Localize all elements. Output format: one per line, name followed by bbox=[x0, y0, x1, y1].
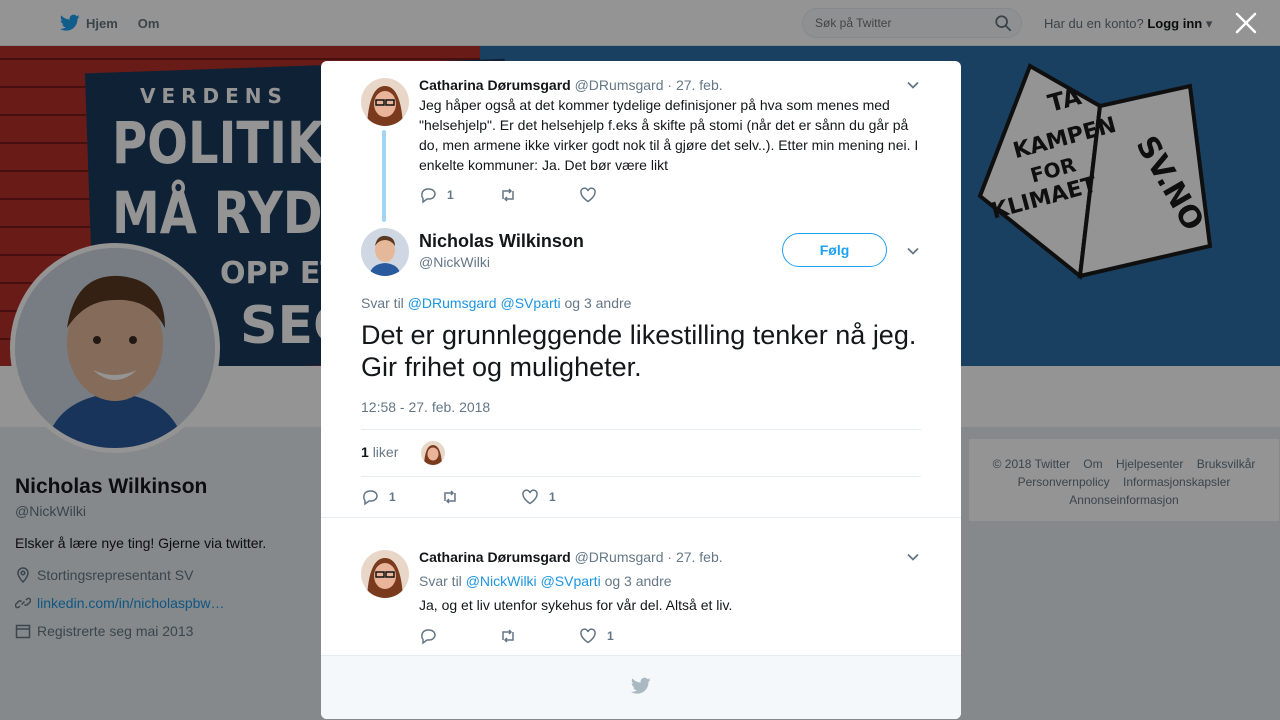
parent-tweet-actions: 1 bbox=[419, 186, 659, 204]
tweet-modal: Catharina Dørumsgard @DRumsgard · 27. fe… bbox=[321, 61, 961, 719]
main-tweet-avatar[interactable] bbox=[361, 228, 409, 276]
twitter-bird-icon bbox=[631, 677, 651, 694]
parent-tweet-text: Jeg håper også at det kommer tydelige de… bbox=[419, 97, 919, 173]
reply-tweet-author-name[interactable]: Catharina Dørumsgard bbox=[419, 549, 571, 565]
liker-avatar[interactable] bbox=[421, 441, 445, 465]
retweet-icon bbox=[444, 490, 456, 504]
like-count: 1 bbox=[607, 629, 614, 643]
reply-button[interactable]: 1 bbox=[419, 186, 499, 204]
follow-button[interactable]: Følg bbox=[782, 233, 887, 267]
parent-tweet-header: Catharina Dørumsgard @DRumsgard · 27. fe… bbox=[419, 77, 723, 93]
reply-button[interactable]: 1 bbox=[361, 488, 441, 506]
chevron-down-icon[interactable] bbox=[906, 78, 920, 92]
reply-tweet-reply-context: Svar til @NickWilki @SVparti og 3 andre bbox=[419, 573, 672, 589]
avatar-illustration bbox=[421, 441, 445, 465]
chevron-down-icon[interactable] bbox=[906, 550, 920, 564]
reply-mention-svparti[interactable]: @SVparti bbox=[541, 573, 601, 589]
reply-tweet-header: Catharina Dørumsgard @DRumsgard · 27. fe… bbox=[419, 549, 723, 565]
heart-icon bbox=[580, 628, 596, 644]
likes-label: liker bbox=[372, 444, 399, 460]
heart-icon bbox=[580, 187, 596, 203]
avatar-illustration bbox=[361, 550, 409, 598]
retweet-button[interactable] bbox=[499, 186, 579, 204]
reply-mention-nickwilki[interactable]: @NickWilki bbox=[466, 573, 537, 589]
parent-tweet-avatar[interactable] bbox=[361, 78, 409, 126]
like-count: 1 bbox=[549, 490, 556, 504]
main-tweet-reply-context: Svar til @DRumsgard @SVparti og 3 andre bbox=[361, 295, 631, 311]
avatar-illustration bbox=[361, 228, 409, 276]
likes-summary[interactable]: 1 liker bbox=[361, 444, 398, 460]
main-tweet-text: Det er grunnleggende likestilling tenker… bbox=[361, 320, 917, 382]
reply-tweet-actions: 1 bbox=[419, 627, 659, 645]
divider bbox=[361, 476, 921, 477]
like-button[interactable]: 1 bbox=[521, 488, 601, 506]
reply-tweet-text: Ja, og et liv utenfor sykehus for vår de… bbox=[419, 597, 733, 613]
reply-prefix: Svar til bbox=[361, 295, 404, 311]
reply-count: 1 bbox=[447, 188, 454, 202]
main-tweet-actions: 1 1 bbox=[361, 488, 601, 506]
heart-icon bbox=[522, 489, 538, 505]
chevron-down-icon[interactable] bbox=[906, 244, 920, 258]
divider bbox=[321, 517, 961, 518]
retweet-button[interactable] bbox=[499, 627, 579, 645]
retweet-button[interactable] bbox=[441, 488, 521, 506]
main-tweet-author-name[interactable]: Nicholas Wilkinson bbox=[419, 231, 584, 252]
reply-mention-svparti[interactable]: @SVparti bbox=[500, 295, 560, 311]
reply-tweet-avatar[interactable] bbox=[361, 550, 409, 598]
main-tweet-author-handle[interactable]: @NickWilki bbox=[419, 254, 490, 270]
retweet-icon bbox=[502, 188, 514, 202]
modal-footer bbox=[321, 655, 961, 719]
reply-others[interactable]: og 3 andre bbox=[605, 573, 672, 589]
reply-icon bbox=[363, 490, 378, 506]
divider bbox=[361, 429, 921, 430]
reply-tweet-date[interactable]: · 27. feb. bbox=[667, 549, 722, 565]
main-tweet-timestamp[interactable]: 12:58 - 27. feb. 2018 bbox=[361, 399, 490, 415]
reply-icon bbox=[421, 188, 436, 204]
likes-count: 1 bbox=[361, 444, 369, 460]
avatar-illustration bbox=[361, 78, 409, 126]
close-icon[interactable] bbox=[1233, 10, 1259, 36]
parent-tweet-author-handle[interactable]: @DRumsgard bbox=[575, 77, 664, 93]
reply-mention-drumsgard[interactable]: @DRumsgard bbox=[408, 295, 497, 311]
reply-tweet-author-handle[interactable]: @DRumsgard bbox=[575, 549, 664, 565]
thread-connector-line bbox=[382, 130, 386, 222]
reply-button[interactable] bbox=[419, 627, 499, 645]
reply-others[interactable]: og 3 andre bbox=[565, 295, 632, 311]
reply-prefix: Svar til bbox=[419, 573, 462, 589]
like-button[interactable]: 1 bbox=[579, 627, 659, 645]
reply-count: 1 bbox=[389, 490, 396, 504]
retweet-icon bbox=[502, 629, 514, 643]
parent-tweet-date[interactable]: · 27. feb. bbox=[667, 77, 722, 93]
like-button[interactable] bbox=[579, 186, 659, 204]
parent-tweet-author-name[interactable]: Catharina Dørumsgard bbox=[419, 77, 571, 93]
reply-icon bbox=[421, 629, 436, 645]
